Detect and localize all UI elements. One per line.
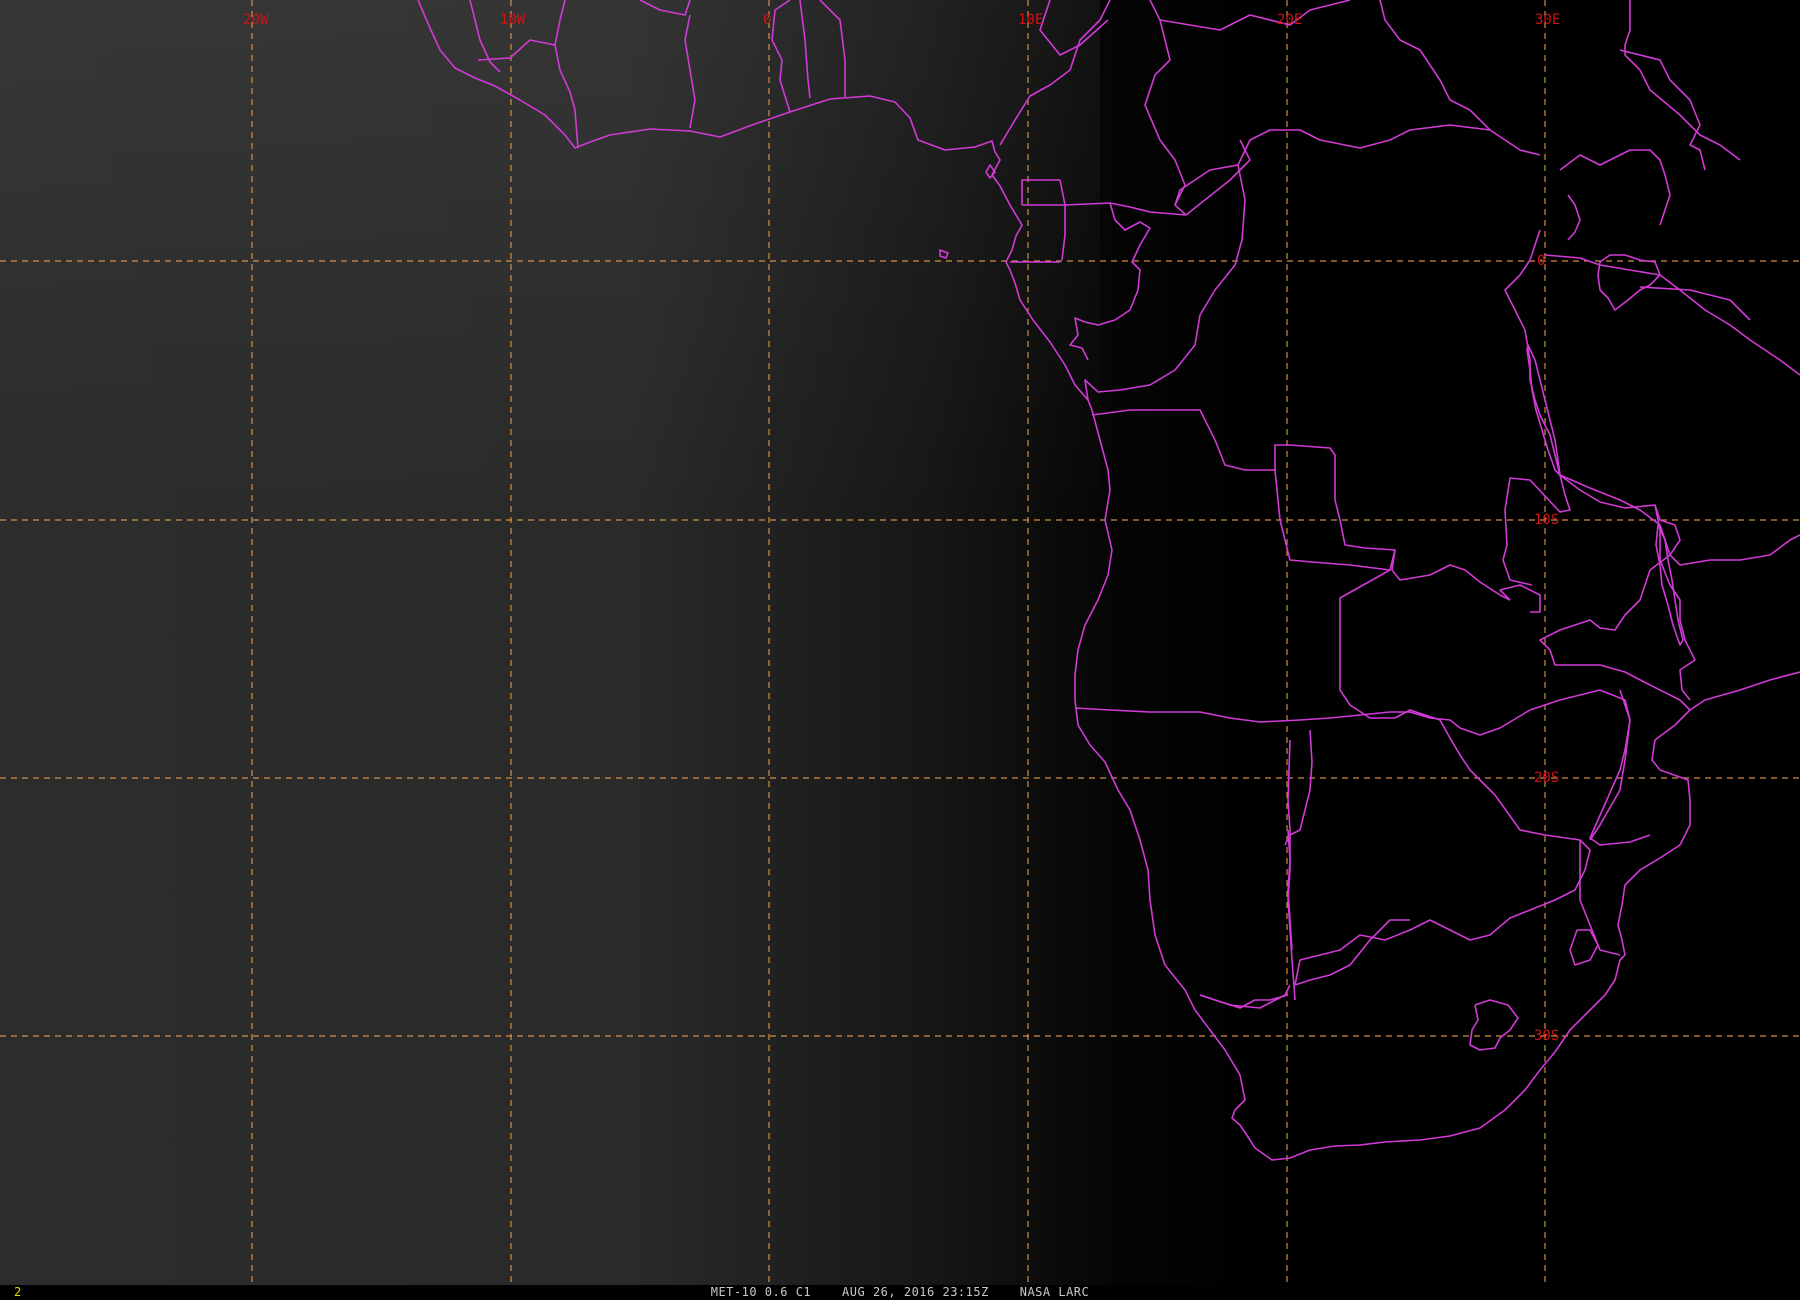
imagery-haze-overlay (0, 0, 1100, 1285)
product-name: MET-10 0.6 C1 (710, 1285, 812, 1299)
image-datetime: AUG 26, 2016 23:15Z (842, 1285, 989, 1299)
lat-label-30s: 30S (1534, 1028, 1559, 1044)
image-caption: MET-10 0.6 C1 AUG 26, 2016 23:15Z NASA L… (0, 1285, 1800, 1300)
image-credit: NASA LARC (1019, 1285, 1090, 1299)
lat-label-20s: 20S (1534, 770, 1559, 786)
lon-label-10e: 10E (1018, 12, 1043, 28)
lon-label-20e: 20E (1277, 12, 1302, 28)
lon-label-20w: 20W (243, 12, 269, 28)
lon-label-10w: 10W (500, 12, 526, 28)
lon-label-0: 0 (763, 12, 771, 28)
lat-label-10s: 10S (1534, 512, 1559, 528)
satellite-image-viewer: 20W 10W 0 10E 20E 30E 0 10S 20S 30S 2 ME… (0, 0, 1800, 1300)
satellite-map: 20W 10W 0 10E 20E 30E 0 10S 20S 30S (0, 0, 1800, 1285)
lon-label-30e: 30E (1535, 12, 1560, 28)
image-status-bar: 2 MET-10 0.6 C1 AUG 26, 2016 23:15Z NASA… (0, 1285, 1800, 1300)
lat-label-0: 0 (1537, 253, 1545, 269)
